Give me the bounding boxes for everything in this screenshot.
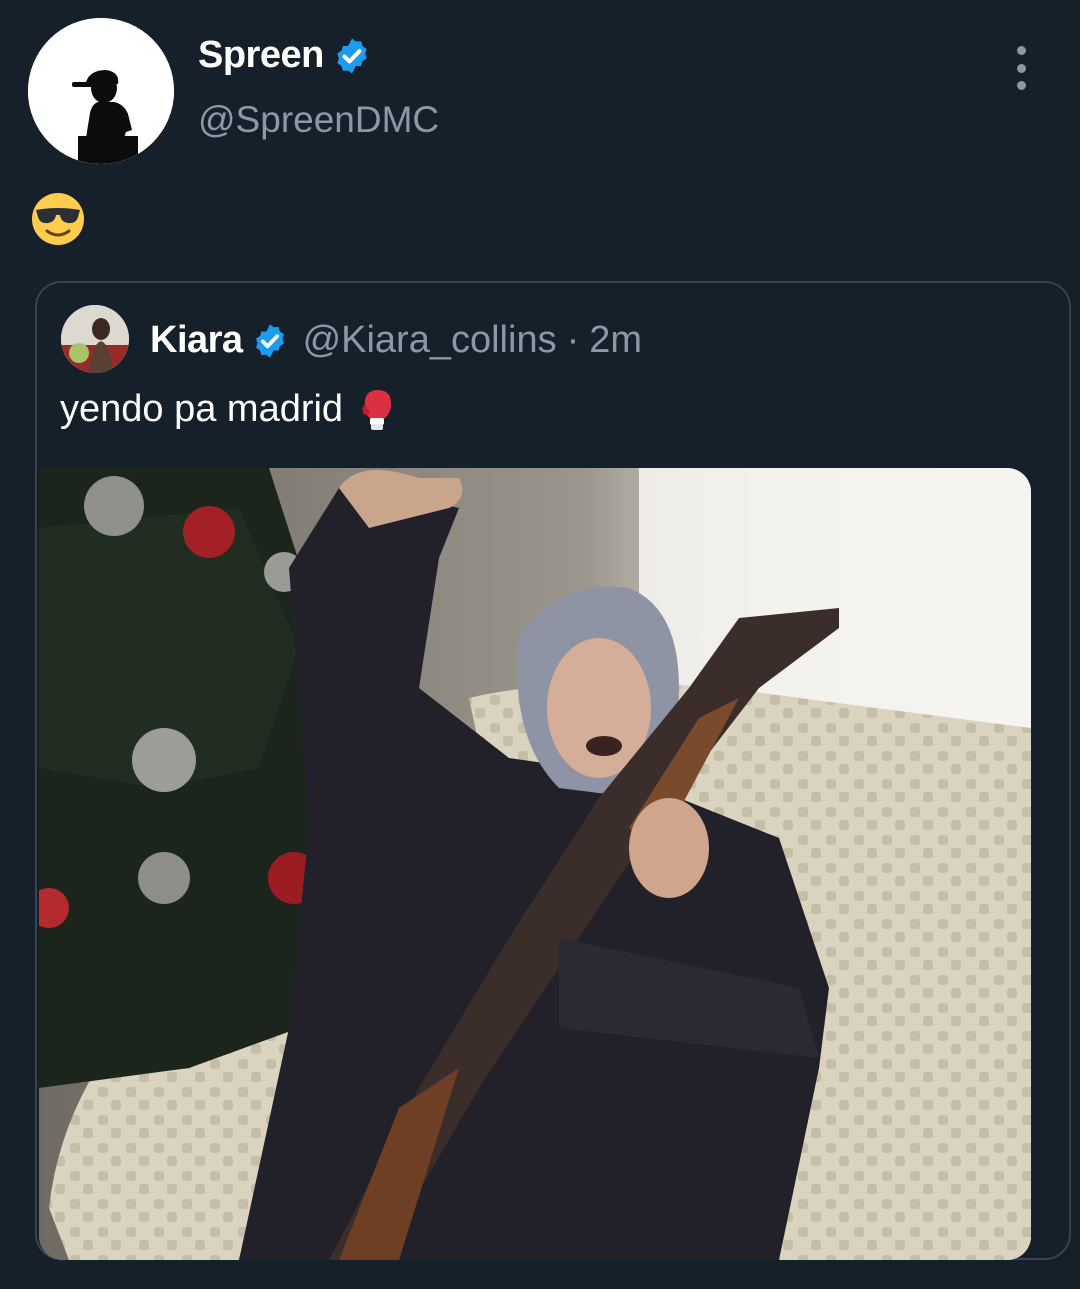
- quoted-tweet-card[interactable]: Kiara @Kiara_collins · 2m yendo pa madri…: [35, 281, 1071, 1260]
- author-name-row[interactable]: Spreen: [198, 34, 372, 77]
- boxing-glove-icon: [362, 390, 392, 430]
- quoted-tweet-photo[interactable]: [39, 468, 1031, 1260]
- quoted-author-avatar[interactable]: [61, 305, 129, 373]
- quoted-tweet-text: yendo pa madrid: [60, 387, 344, 430]
- quoted-author-display-name[interactable]: Kiara: [150, 319, 243, 362]
- verified-badge-icon: [337, 38, 367, 73]
- quoted-tweet-timestamp[interactable]: 2m: [589, 319, 642, 362]
- quoted-author-row[interactable]: Kiara @Kiara_collins · 2m: [150, 319, 642, 362]
- smiling-face-with-sunglasses-icon: [32, 193, 84, 245]
- separator-dot: ·: [566, 319, 580, 361]
- author-avatar[interactable]: [28, 18, 174, 164]
- more-options-icon[interactable]: [1008, 46, 1034, 90]
- quoted-author-handle[interactable]: @Kiara_collins: [303, 319, 557, 362]
- author-handle[interactable]: @SpreenDMC: [198, 99, 439, 141]
- author-display-name[interactable]: Spreen: [198, 34, 324, 77]
- verified-badge-icon: [255, 323, 284, 358]
- quoted-tweet-text-row: yendo pa madrid: [60, 385, 397, 433]
